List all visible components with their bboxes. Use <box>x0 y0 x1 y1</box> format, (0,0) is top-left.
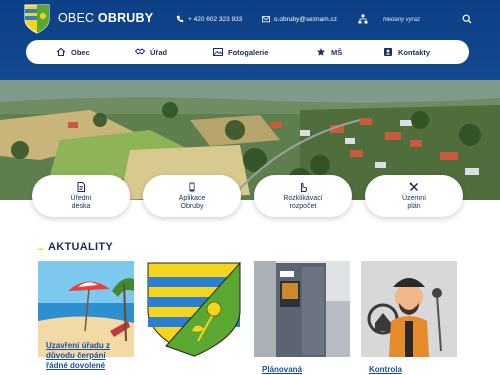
pointer-icon <box>301 182 308 192</box>
phone-app-icon <box>189 182 195 191</box>
phone-contact[interactable]: + 420 602 323 933 <box>176 15 242 23</box>
site-name[interactable]: OBEC OBRUBY <box>58 11 153 25</box>
news-card-title-3[interactable]: Plánovaná <box>262 365 302 375</box>
search-icon[interactable] <box>462 14 472 24</box>
tile-rozklikavaci-rozpocet[interactable]: Rozklikávací rozpočet <box>254 175 352 217</box>
news-card-title-1[interactable]: Uzavření úřadu z důvodu čerpání řádné do… <box>46 341 110 371</box>
document-icon <box>77 181 85 192</box>
page: OBEC OBRUBY + 420 602 323 933 o.obruby@s… <box>0 0 500 375</box>
nav-item-urad[interactable]: Úřad <box>135 40 167 64</box>
home-icon <box>56 47 66 57</box>
envelope-icon <box>262 16 270 23</box>
sun-decor-icon <box>38 248 44 250</box>
main-nav: Obec Úřad Fotogalerie MŠ Kontakty <box>26 40 469 64</box>
school-icon <box>317 48 325 56</box>
contacts-icon <box>384 48 392 56</box>
phone-icon <box>176 15 184 23</box>
email-contact[interactable]: o.obruby@seznam.cz <box>262 15 337 23</box>
news-card-image-coat-of-arms[interactable] <box>146 261 242 357</box>
nav-item-fotogalerie[interactable]: Fotogalerie <box>213 40 268 64</box>
nav-item-ms[interactable]: MŠ <box>316 40 342 64</box>
news-card-image-device[interactable] <box>254 261 350 357</box>
tools-icon <box>409 182 419 191</box>
news-card-image-chimney-sweep[interactable] <box>361 261 457 357</box>
crest-logo[interactable] <box>24 4 50 34</box>
tile-aplikace-obruby[interactable]: Aplikace Obruby <box>143 175 241 217</box>
sitemap-icon[interactable] <box>358 14 368 24</box>
handshake-icon <box>135 48 145 55</box>
phone-number: + 420 602 323 933 <box>188 15 243 23</box>
nav-item-kontakty[interactable]: Kontakty <box>383 40 430 64</box>
tile-uzemni-plan[interactable]: Územní plán <box>365 175 463 217</box>
tile-uredni-deska[interactable]: Úřední deska <box>32 175 130 217</box>
nav-item-obec[interactable]: Obec <box>56 40 90 64</box>
email-address: o.obruby@seznam.cz <box>274 15 337 23</box>
news-card-title-4[interactable]: Kontrola <box>369 365 402 375</box>
header-bar: OBEC OBRUBY + 420 602 323 933 o.obruby@s… <box>0 0 500 80</box>
news-heading: AKTUALITY <box>48 241 114 253</box>
search-input[interactable] <box>383 13 453 26</box>
gallery-icon <box>213 48 223 56</box>
